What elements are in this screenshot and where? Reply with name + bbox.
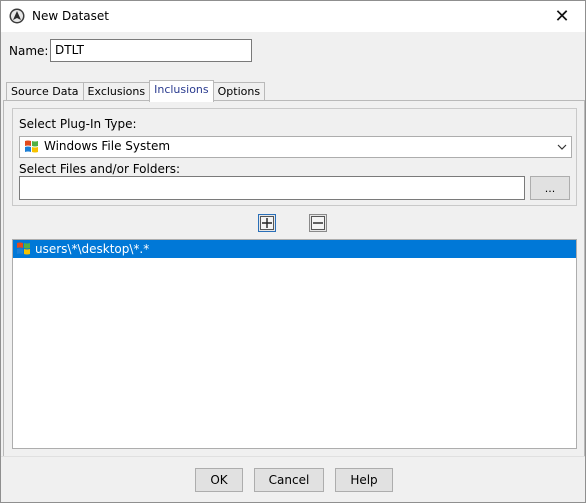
tab-bar: Source Data Exclusions Inclusions Option… — [6, 80, 266, 102]
browse-button[interactable]: ... — [530, 176, 570, 200]
app-icon — [9, 8, 25, 24]
cancel-button[interactable]: Cancel — [254, 468, 324, 492]
close-icon: ✕ — [554, 6, 570, 27]
plugin-type-select[interactable]: Windows File System — [19, 136, 572, 158]
close-button[interactable]: ✕ — [539, 1, 585, 32]
inclusions-list[interactable]: users\*\desktop\*.* — [12, 239, 577, 449]
files-label: Select Files and/or Folders: — [19, 162, 181, 176]
files-input[interactable] — [19, 176, 525, 200]
inclusions-panel: Select Plug-In Type: Windows File System… — [3, 100, 585, 457]
name-input[interactable]: DTLT — [50, 39, 252, 62]
windows-logo-icon — [25, 140, 38, 153]
remove-icon[interactable] — [309, 214, 327, 232]
selection-group: Select Plug-In Type: Windows File System… — [12, 108, 577, 206]
chevron-down-icon[interactable] — [553, 137, 571, 157]
tab-inclusions[interactable]: Inclusions — [149, 80, 214, 102]
dialog-window: New Dataset ✕ Name: DTLT Source Data Exc… — [0, 0, 586, 503]
plugin-type-value: Windows File System — [44, 139, 171, 153]
add-icon[interactable] — [258, 214, 276, 232]
tab-source-data[interactable]: Source Data — [6, 82, 84, 101]
tab-exclusions[interactable]: Exclusions — [82, 82, 151, 101]
windows-logo-icon — [17, 242, 30, 255]
window-title: New Dataset — [32, 9, 109, 23]
footer-divider — [1, 456, 585, 457]
tab-options[interactable]: Options — [212, 82, 266, 101]
name-label: Name: — [9, 44, 49, 58]
list-item-label: users\*\desktop\*.* — [35, 242, 150, 256]
help-button[interactable]: Help — [335, 468, 393, 492]
ok-button[interactable]: OK — [195, 468, 243, 492]
title-bar: New Dataset ✕ — [1, 1, 585, 32]
list-item[interactable]: users\*\desktop\*.* — [13, 240, 576, 258]
plugin-type-label: Select Plug-In Type: — [19, 117, 137, 131]
